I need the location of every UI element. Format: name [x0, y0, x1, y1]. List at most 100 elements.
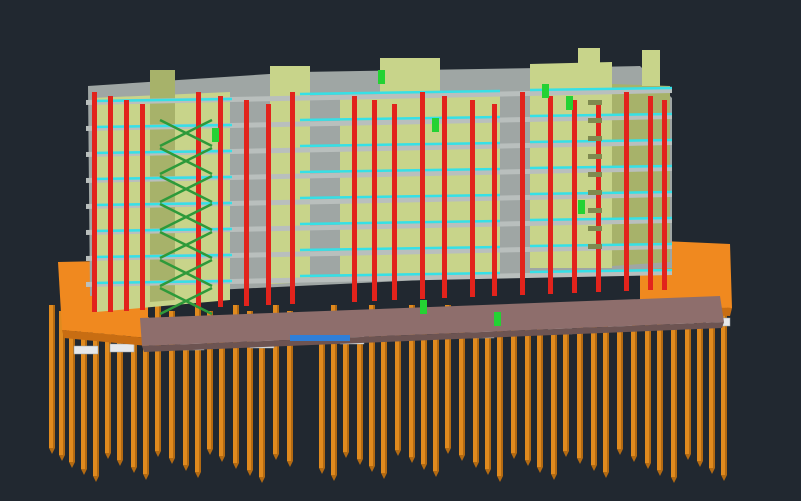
column: [266, 104, 271, 305]
pile-tip: [657, 470, 663, 476]
highlight-element: [542, 84, 549, 98]
pile-tip: [369, 466, 375, 472]
pile-tip: [591, 465, 597, 471]
pile-tip: [551, 474, 557, 480]
pile-tip: [319, 468, 325, 474]
column: [648, 96, 653, 290]
pile-tip: [183, 465, 189, 471]
pile-tip: [143, 474, 149, 480]
column: [218, 96, 223, 307]
roof-core-right: [578, 48, 600, 66]
roof-core-far: [642, 50, 660, 86]
pile-tip: [169, 458, 175, 464]
pile-tip: [273, 454, 279, 460]
highlight-element: [378, 70, 385, 84]
column: [124, 100, 129, 311]
pile-tip: [473, 462, 479, 468]
pile-tip: [497, 476, 503, 482]
pile-tip: [603, 472, 609, 478]
pile-shadow: [515, 317, 517, 453]
column: [572, 100, 577, 293]
column: [196, 92, 201, 308]
pile-cap: [109, 343, 135, 353]
pile-tip: [697, 461, 703, 467]
highlight-element: [566, 96, 573, 110]
pile-tip: [395, 450, 401, 456]
pile-tip: [421, 464, 427, 470]
column: [140, 104, 145, 310]
pile-tip: [563, 451, 569, 457]
basement-blue-strip: [290, 335, 350, 341]
stair-step: [588, 100, 602, 105]
column: [372, 100, 377, 301]
column: [548, 96, 553, 294]
highlight-element: [212, 128, 219, 142]
pile-tip: [69, 462, 75, 468]
stair-step: [588, 208, 602, 213]
stair-step: [588, 172, 602, 177]
pile-tip: [195, 472, 201, 478]
pile-tip: [671, 477, 677, 483]
pile-shadow: [661, 311, 663, 470]
pile-tip: [631, 456, 637, 462]
pile-shadow: [53, 305, 55, 448]
column: [596, 104, 601, 292]
pile-tip: [331, 475, 337, 481]
pile-tip: [721, 475, 727, 481]
pile-tip: [207, 449, 213, 455]
pile-tip: [357, 459, 363, 465]
pile-shadow: [437, 317, 439, 471]
stair-step: [588, 226, 602, 231]
pile-tip: [219, 456, 225, 462]
pile-tip: [233, 463, 239, 469]
stair-step: [588, 136, 602, 141]
pile-shadow: [555, 317, 557, 474]
column: [244, 100, 249, 306]
pile-tip: [343, 452, 349, 458]
core-left: [150, 70, 175, 302]
column: [492, 104, 497, 296]
column: [392, 104, 397, 300]
building-tower: [86, 48, 673, 326]
pile-tip: [81, 469, 87, 475]
pile-tip: [105, 453, 111, 459]
highlight-element: [578, 200, 585, 214]
pile-shadow: [477, 317, 479, 462]
pile-tip: [155, 451, 161, 457]
pile-tip: [93, 476, 99, 482]
wall-mass-right-back: [612, 84, 670, 266]
pile-shadow: [701, 311, 703, 461]
pile-tip: [445, 448, 451, 454]
pile-tip: [577, 458, 583, 464]
highlight-element: [432, 118, 439, 132]
pile-shadow: [725, 305, 727, 475]
pile-tip: [433, 471, 439, 477]
stair-step: [588, 190, 602, 195]
pile-shadow: [635, 317, 637, 456]
highlight-element: [494, 312, 501, 326]
pile-tip: [59, 455, 65, 461]
pile-tip: [49, 448, 55, 454]
pile-tip: [131, 467, 137, 473]
pile-tip: [709, 468, 715, 474]
stair-step: [588, 118, 602, 123]
pile-tip: [409, 457, 415, 463]
column: [662, 100, 667, 290]
highlight-element: [420, 300, 427, 314]
stair-step: [588, 244, 602, 249]
stair-step: [588, 154, 602, 159]
column: [520, 92, 525, 295]
pile-tip: [511, 453, 517, 459]
pile-tip: [459, 455, 465, 461]
model-viewport[interactable]: [0, 0, 801, 501]
pile-tip: [645, 463, 651, 469]
pile-shadow: [595, 317, 597, 465]
column: [470, 100, 475, 297]
column: [92, 92, 97, 312]
column: [290, 92, 295, 304]
pile-tip: [287, 461, 293, 467]
pile-tip: [117, 460, 123, 466]
pile-tip: [685, 454, 691, 460]
pile-tip: [485, 469, 491, 475]
pile-shadow: [713, 317, 715, 468]
